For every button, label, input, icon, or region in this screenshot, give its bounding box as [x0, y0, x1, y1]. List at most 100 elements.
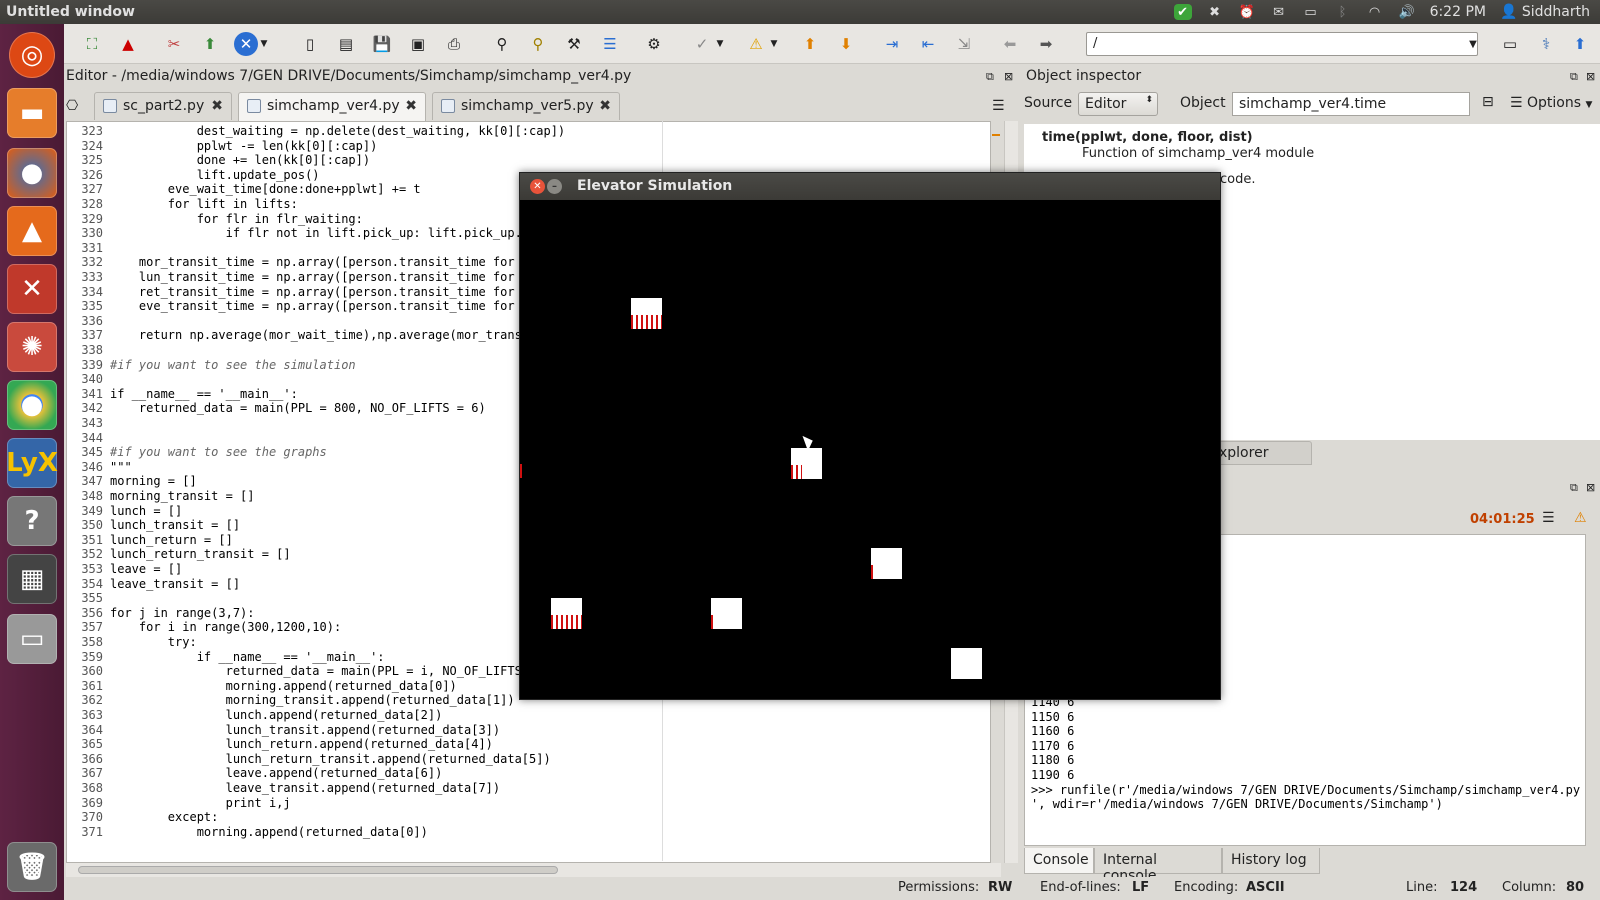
help-icon[interactable]: ?	[7, 496, 57, 546]
battery-icon[interactable]: ▭	[1302, 4, 1320, 20]
unindent-icon[interactable]: ⇤	[916, 32, 940, 56]
new-file-icon[interactable]: ▯	[298, 32, 322, 56]
close-editor-icon[interactable]: ⊠	[1004, 70, 1013, 83]
python-path-icon[interactable]: ⬆	[198, 32, 222, 56]
alarm-icon[interactable]: ⏰	[1238, 4, 1256, 20]
tab-history-log[interactable]: History log	[1222, 848, 1320, 874]
python-icon[interactable]: ⚕	[1534, 32, 1558, 56]
bluetooth-icon[interactable]: ᛒ	[1334, 4, 1352, 20]
next-warning-icon[interactable]: ⬇	[834, 32, 858, 56]
code-line: morning_transit.append(returned_data[1])	[110, 693, 515, 708]
tab-label: simchamp_ver5.py	[461, 98, 594, 114]
editor-tabs: ⎔ sc_part2.py ✖ simchamp_ver4.py ✖ simcham…	[66, 92, 1005, 122]
user-menu[interactable]: 👤 Siddharth	[1500, 4, 1590, 20]
warning-icon[interactable]: ⚠	[744, 32, 768, 56]
source-select[interactable]: Editor ⬍	[1078, 92, 1158, 116]
close-inspector-icon[interactable]: ⊠	[1586, 70, 1595, 83]
trash-icon[interactable]: 🗑	[7, 842, 57, 892]
interrupt-icon[interactable]: ✕	[234, 32, 258, 56]
tools-icon[interactable]: ✂	[162, 32, 186, 56]
source-icon[interactable]: ☰	[598, 32, 622, 56]
line-number-gutter: 323 324 325 326 327 328 329 330 331 332 333 334 335 3…	[67, 122, 107, 862]
options-button[interactable]: ☰ Options ▼	[1510, 95, 1592, 111]
code-line: lift.update_pos()	[110, 167, 320, 182]
code-line: except:	[110, 810, 219, 825]
scrollbar-thumb[interactable]	[78, 866, 558, 874]
clock[interactable]: 6:22 PM	[1430, 4, 1486, 20]
browse-folder-icon[interactable]: ▭	[1498, 32, 1522, 56]
simulation-canvas[interactable]	[520, 200, 1220, 699]
options-icon: ☰	[1510, 95, 1523, 111]
minimize-window-icon[interactable]: –	[547, 179, 562, 194]
undock-icon[interactable]: ⧉	[1570, 481, 1578, 495]
maximize-pane-icon[interactable]: ⛶	[80, 32, 104, 56]
mail-icon[interactable]: ✉	[1270, 4, 1288, 20]
simulation-window[interactable]: ✕ – Elevator Simulation	[519, 172, 1221, 700]
chevron-down-icon: ▼	[1585, 100, 1593, 110]
close-console-icon[interactable]: ⊠	[1586, 481, 1595, 494]
find-icon[interactable]: ⚲	[490, 32, 514, 56]
disk-icon[interactable]: ▭	[7, 614, 57, 664]
line-number: 324	[81, 138, 103, 153]
last-edit-icon[interactable]: ⇲	[952, 32, 976, 56]
check-icon[interactable]: ✓	[690, 32, 714, 56]
path-dropdown-icon[interactable]: ▼	[1466, 32, 1480, 56]
close-tab-icon[interactable]: ✖	[599, 98, 611, 114]
browse-tabs-icon[interactable]: ⎔	[66, 98, 78, 114]
forward-icon[interactable]: ➡	[1034, 32, 1058, 56]
close-window-icon[interactable]: ✕	[530, 179, 545, 194]
files-icon[interactable]: ▬	[7, 88, 57, 138]
lyx-icon[interactable]: LyX	[6, 438, 58, 488]
dropdown-arrow-icon[interactable]: ▼	[768, 32, 780, 56]
simulation-titlebar[interactable]: ✕ – Elevator Simulation	[520, 173, 1220, 200]
workspace-switcher-icon[interactable]: ▦	[7, 554, 57, 604]
close-pane-icon[interactable]: ▲	[116, 32, 140, 56]
parent-dir-icon[interactable]: ⬆	[1568, 32, 1592, 56]
undock-icon[interactable]: ⧉	[1570, 70, 1578, 84]
tab-variable-explorer[interactable]: xplorer	[1210, 441, 1312, 465]
network-tool-icon[interactable]: ✺	[7, 322, 57, 372]
update-check-icon[interactable]: ✔	[1173, 4, 1192, 20]
open-file-icon[interactable]: ▤	[334, 32, 358, 56]
prev-warning-icon[interactable]: ⬆	[798, 32, 822, 56]
software-center-icon[interactable]: ▲	[7, 206, 57, 256]
line-number: 326	[81, 167, 103, 182]
dash-home-icon[interactable]: ◎	[9, 32, 55, 78]
undock-icon[interactable]: ⧉	[986, 70, 994, 84]
network-icon[interactable]: ✖	[1206, 4, 1224, 20]
print-icon[interactable]: ⎙	[442, 32, 466, 56]
tab-console[interactable]: Console	[1024, 848, 1094, 874]
back-icon[interactable]: ⬅	[998, 32, 1022, 56]
find-next-icon[interactable]: ⚲	[526, 32, 550, 56]
close-tab-icon[interactable]: ✖	[211, 98, 223, 114]
source-value: Editor	[1085, 96, 1127, 112]
save-icon[interactable]: 💾	[370, 32, 394, 56]
tab-simchamp-ver5[interactable]: simchamp_ver5.py ✖	[432, 92, 620, 120]
lock-icon[interactable]: ⊟	[1482, 94, 1494, 110]
replace-icon[interactable]: ⚒	[562, 32, 586, 56]
tab-simchamp-ver4[interactable]: simchamp_ver4.py ✖	[238, 92, 426, 122]
system-settings-icon[interactable]: ✕	[7, 264, 57, 314]
editor-horizontal-scrollbar[interactable]	[66, 863, 1001, 877]
wifi-icon[interactable]: ◠	[1366, 4, 1384, 20]
inspector-title: Object inspector	[1026, 68, 1142, 84]
tab-internal-console[interactable]: Internal console	[1094, 848, 1222, 884]
tab-sc-part2[interactable]: sc_part2.py ✖	[94, 92, 232, 120]
dropdown-arrow-icon[interactable]: ▼	[714, 32, 726, 56]
debug-icon[interactable]: ⚙	[642, 32, 666, 56]
chrome-icon[interactable]: ●	[7, 380, 57, 430]
line-number: 349	[81, 503, 103, 518]
save-all-icon[interactable]: ▣	[406, 32, 430, 56]
dropdown-arrow-icon[interactable]: ▼	[258, 32, 270, 56]
object-input[interactable]: simchamp_ver4.time	[1232, 92, 1470, 116]
editor-options-icon[interactable]: ☰	[992, 98, 1005, 114]
working-directory-input[interactable]: /	[1086, 32, 1478, 56]
code-line: lunch_transit.append(returned_data[3])	[110, 722, 501, 737]
indent-icon[interactable]: ⇥	[880, 32, 904, 56]
console-options-icon[interactable]: ☰	[1542, 510, 1555, 526]
elevator-car	[871, 548, 902, 579]
volume-icon[interactable]: 🔊	[1398, 4, 1416, 20]
firefox-icon[interactable]: ●	[7, 148, 57, 198]
code-line: leave = []	[110, 562, 183, 576]
close-tab-icon[interactable]: ✖	[405, 98, 417, 114]
